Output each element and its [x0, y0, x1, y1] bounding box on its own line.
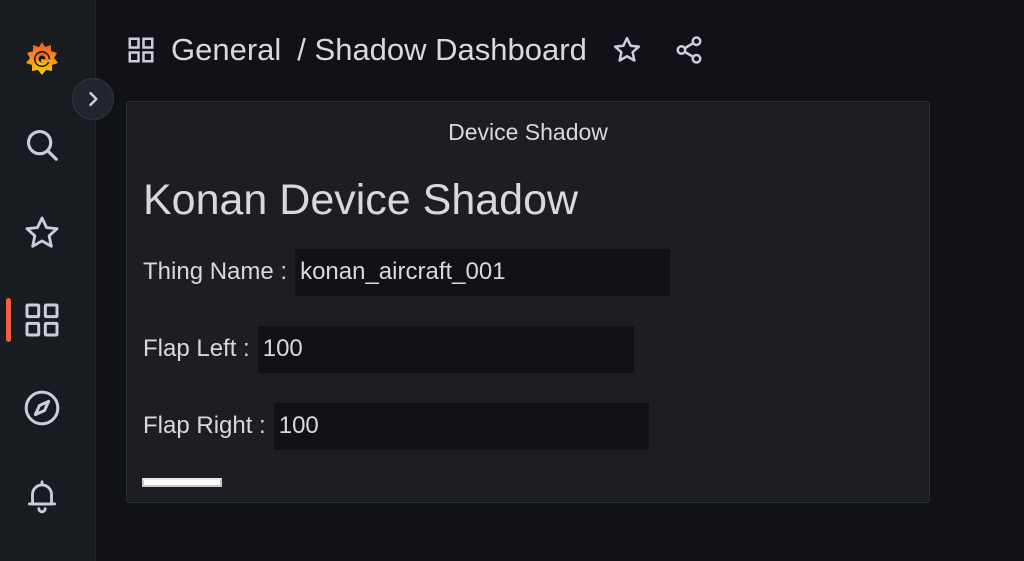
chevron-right-icon: [83, 89, 103, 109]
dashboard-title[interactable]: / Shadow Dashboard: [297, 32, 587, 68]
flap-left-label: Flap Left :: [143, 335, 250, 362]
expand-menu-button[interactable]: [72, 78, 114, 120]
dashboards-grid-icon[interactable]: [21, 299, 63, 341]
search-icon[interactable]: [21, 124, 63, 166]
breadcrumb: General / Shadow Dashboard: [125, 26, 709, 74]
flap-right-input[interactable]: [273, 402, 649, 450]
grafana-logo-icon[interactable]: [21, 38, 63, 80]
share-icon: [674, 35, 704, 65]
compass-explore-icon[interactable]: [21, 387, 63, 429]
mark-favorite-button[interactable]: [607, 30, 647, 70]
bell-alerting-icon[interactable]: [21, 475, 63, 517]
panel-heading: Konan Device Shadow: [143, 176, 579, 224]
flap-right-row: Flap Right :: [143, 402, 649, 450]
flap-left-input[interactable]: [257, 325, 634, 373]
device-shadow-panel: Device Shadow Konan Device Shadow Thing …: [126, 101, 930, 503]
thing-name-row: Thing Name :: [143, 248, 671, 296]
flap-left-row: Flap Left :: [143, 325, 634, 373]
thing-name-label: Thing Name :: [143, 258, 288, 285]
panel-title[interactable]: Device Shadow: [127, 119, 929, 146]
dashboards-grid-icon: [125, 34, 157, 66]
star-icon[interactable]: [21, 212, 63, 254]
thing-name-input[interactable]: [295, 248, 671, 296]
flap-right-label: Flap Right :: [143, 412, 266, 439]
breadcrumb-folder-link[interactable]: General: [171, 32, 281, 68]
submit-button[interactable]: [142, 478, 222, 487]
star-icon: [612, 35, 642, 65]
share-dashboard-button[interactable]: [669, 30, 709, 70]
active-indicator: [6, 298, 11, 342]
